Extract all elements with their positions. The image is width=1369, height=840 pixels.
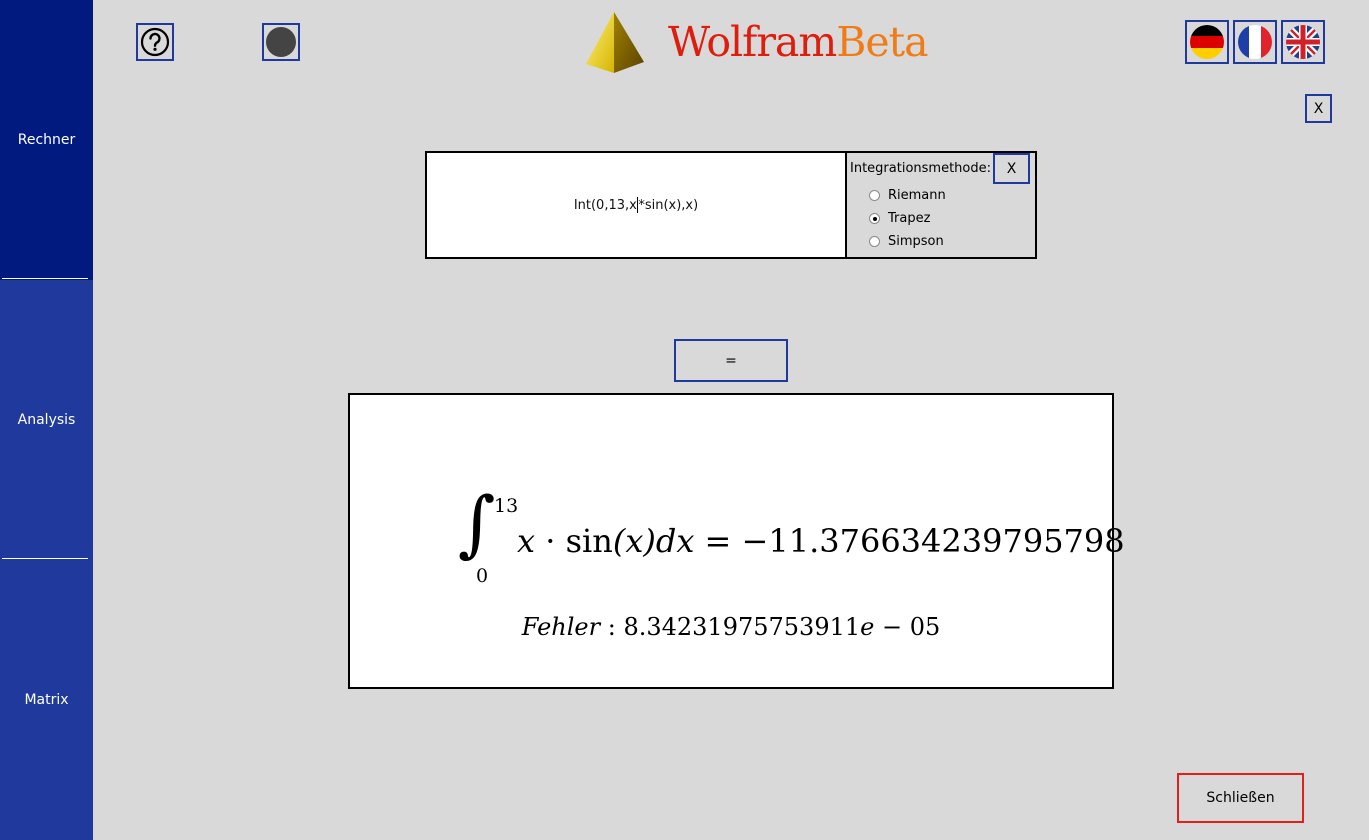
sidebar-divider	[2, 558, 88, 559]
calculate-button[interactable]: =	[674, 339, 788, 382]
method-close-button[interactable]: X	[993, 153, 1030, 184]
radio-simpson[interactable]	[869, 236, 880, 247]
error-exponent: − 05	[874, 613, 941, 641]
error-line: Fehler : 8.34231975753911e − 05	[350, 613, 1112, 641]
dark-circle-icon	[266, 27, 296, 57]
app-title-part2: Beta	[836, 18, 928, 66]
integral-symbol: ∫	[458, 481, 496, 565]
expression-input[interactable]: Int(0,13,x *sin(x),x)	[425, 151, 847, 259]
radio-trapez[interactable]	[869, 213, 880, 224]
integrand-variable: x	[517, 522, 536, 560]
pyramid-logo-icon	[586, 12, 644, 73]
sidebar-item-label: Analysis	[17, 412, 76, 428]
expression-text-after: *sin(x),x)	[638, 197, 699, 213]
sidebar-item-analysis[interactable]: Analysis	[0, 280, 93, 560]
language-english-button[interactable]	[1281, 20, 1325, 64]
help-button[interactable]	[136, 23, 174, 61]
method-option-trapez[interactable]: Trapez	[869, 211, 930, 226]
sidebar-item-label: Matrix	[24, 692, 69, 708]
error-mantissa: 8.34231975753911	[623, 613, 861, 641]
differential: dx	[655, 522, 695, 560]
expression-text-before: Int(0,13,x	[573, 197, 637, 213]
method-close-label: X	[1006, 160, 1017, 177]
method-option-label: Simpson	[888, 234, 944, 249]
sidebar-item-label: Rechner	[17, 132, 76, 148]
german-flag-icon	[1190, 25, 1224, 59]
integral-lower-bound: 0	[476, 565, 489, 587]
integrand-function: sin	[565, 522, 613, 560]
integrand-argument: (x)	[612, 522, 656, 560]
method-option-riemann[interactable]: Riemann	[869, 188, 946, 203]
language-german-button[interactable]	[1185, 20, 1229, 64]
sidebar: Rechner Analysis Matrix	[0, 0, 93, 840]
french-flag-icon	[1238, 25, 1272, 59]
integration-method-label: Integrationsmethode:	[850, 161, 991, 176]
calculate-label: =	[725, 352, 737, 369]
app-title-part1: Wolfram	[668, 18, 837, 66]
error-separator: :	[600, 613, 624, 641]
theme-toggle-button[interactable]	[262, 23, 300, 61]
panel-close-button[interactable]: X	[1305, 94, 1332, 123]
uk-flag-icon	[1286, 25, 1320, 59]
sidebar-item-rechner[interactable]: Rechner	[0, 0, 93, 280]
language-french-button[interactable]	[1233, 20, 1277, 64]
panel-close-label: X	[1313, 100, 1324, 117]
error-exponent-e: e	[860, 613, 875, 641]
result-panel: ∫ 13 0 x · sin(x)dx = −11.37663423979579…	[348, 393, 1125, 689]
error-label: Fehler	[521, 613, 601, 641]
method-option-label: Trapez	[888, 211, 931, 226]
app-title: WolframBeta	[668, 18, 929, 66]
multiply-dot: ·	[535, 522, 566, 560]
sidebar-divider	[2, 278, 88, 279]
result-value: −11.376634239795798	[741, 522, 1125, 560]
close-button[interactable]: Schließen	[1177, 773, 1304, 823]
equals-sign: =	[694, 522, 742, 560]
method-option-label: Riemann	[888, 188, 946, 203]
integral-upper-bound: 13	[494, 495, 519, 517]
integral-expression: x · sin(x)dx = −11.376634239795798	[517, 522, 1125, 560]
close-label: Schließen	[1206, 790, 1275, 806]
method-option-simpson[interactable]: Simpson	[869, 234, 944, 249]
question-circle-icon	[140, 27, 170, 57]
integration-method-panel: Integrationsmethode: X Riemann Trapez Si…	[845, 151, 1037, 259]
radio-riemann[interactable]	[869, 190, 880, 201]
sidebar-item-matrix[interactable]: Matrix	[0, 560, 93, 840]
